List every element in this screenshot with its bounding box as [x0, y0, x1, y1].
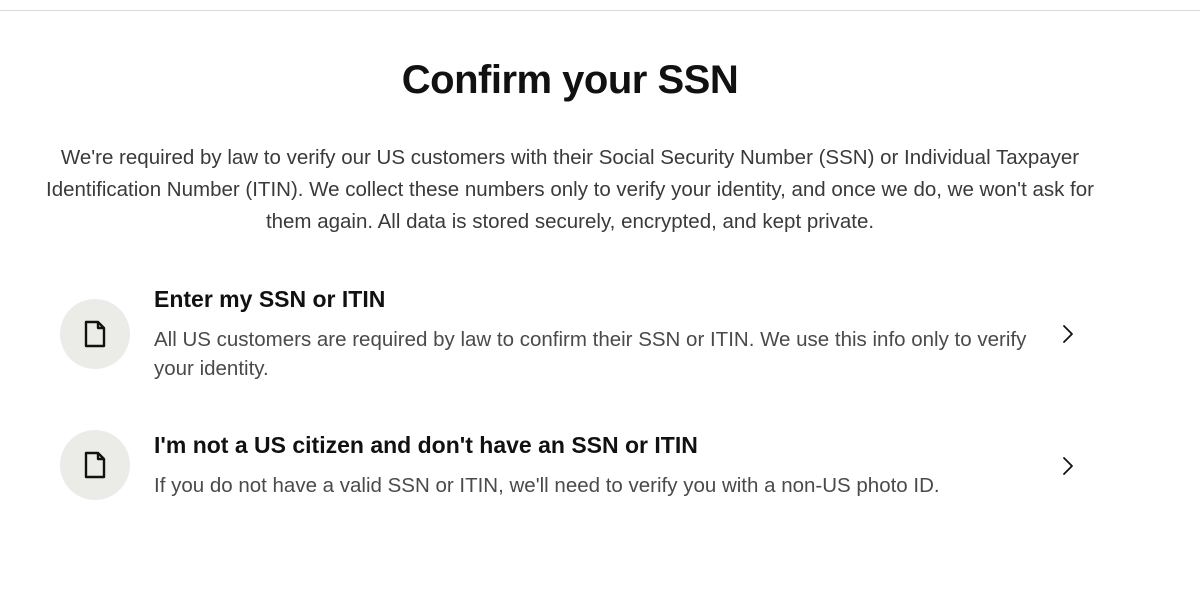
option-description: If you do not have a valid SSN or ITIN, … [154, 474, 940, 497]
document-icon [60, 430, 130, 500]
top-divider [0, 10, 1200, 11]
document-icon [60, 299, 130, 369]
intro-text: We're required by law to verify our US c… [46, 146, 1094, 233]
option-description: All US customers are required by law to … [154, 328, 1027, 380]
chevron-right-icon[interactable] [1056, 322, 1080, 346]
option-title: Enter my SSN or ITIN [154, 286, 386, 312]
option-no-ssn[interactable]: I'm not a US citizen and don't have an S… [40, 428, 1100, 508]
option-title: I'm not a US citizen and don't have an S… [154, 432, 698, 458]
chevron-right-icon[interactable] [1056, 454, 1080, 478]
option-enter-ssn[interactable]: Enter my SSN or ITIN All US customers ar… [40, 282, 1100, 392]
page-title: Confirm your SSN [401, 58, 739, 102]
